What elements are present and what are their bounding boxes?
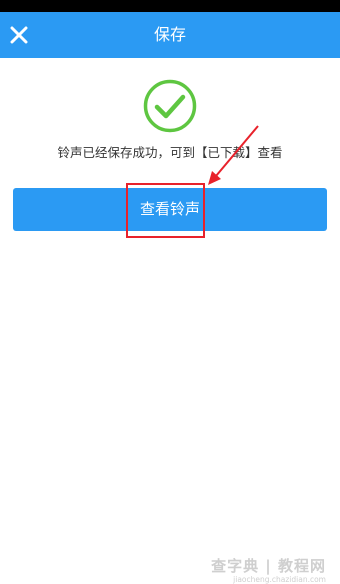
check-circle-icon [143, 79, 197, 133]
success-message: 铃声已经保存成功，可到【已下载】查看 [57, 145, 283, 160]
view-ringtone-button[interactable]: 查看铃声 [13, 188, 327, 231]
app-bar: 保存 [0, 12, 340, 58]
watermark: 查字典 | 教程网 jiaocheng.chazidian.com [211, 555, 326, 584]
watermark-url: jiaocheng.chazidian.com [233, 575, 326, 584]
watermark-title: 查字典 | 教程网 [211, 557, 326, 575]
status-bar [0, 0, 340, 12]
page-title: 保存 [153, 25, 186, 44]
